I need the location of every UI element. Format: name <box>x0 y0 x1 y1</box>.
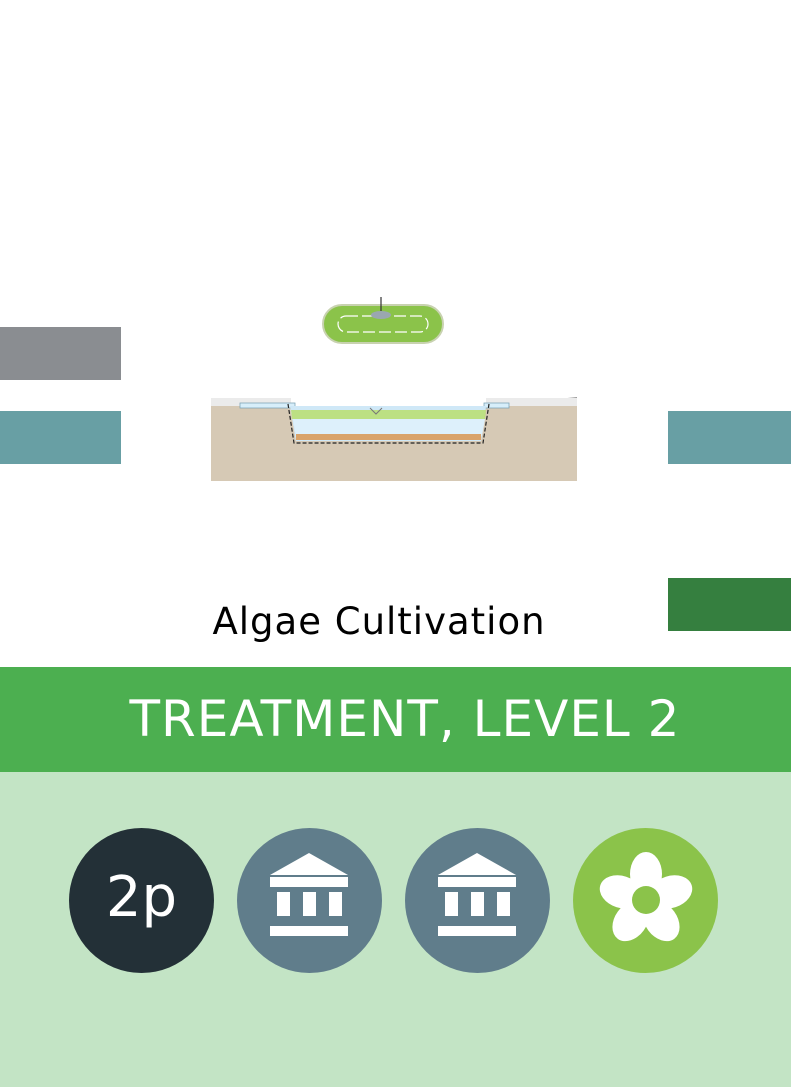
pond-top-view <box>322 297 444 344</box>
category-banner: TREATMENT, LEVEL 2 <box>0 667 791 772</box>
banner-text: TREATMENT, LEVEL 2 <box>129 690 681 748</box>
nature-badge <box>573 828 718 973</box>
bank-icon <box>270 853 348 936</box>
flower-icon <box>599 852 693 942</box>
algae-pond-illustration <box>210 297 578 481</box>
people-badge-label: 2p <box>105 865 178 930</box>
institution-badge <box>405 828 550 973</box>
institution-badge <box>237 828 382 973</box>
bank-icon <box>438 853 516 936</box>
people-badge: 2p <box>69 828 214 973</box>
card-title: Algae Cultivation <box>212 600 546 643</box>
pond-cross-section <box>210 397 578 481</box>
